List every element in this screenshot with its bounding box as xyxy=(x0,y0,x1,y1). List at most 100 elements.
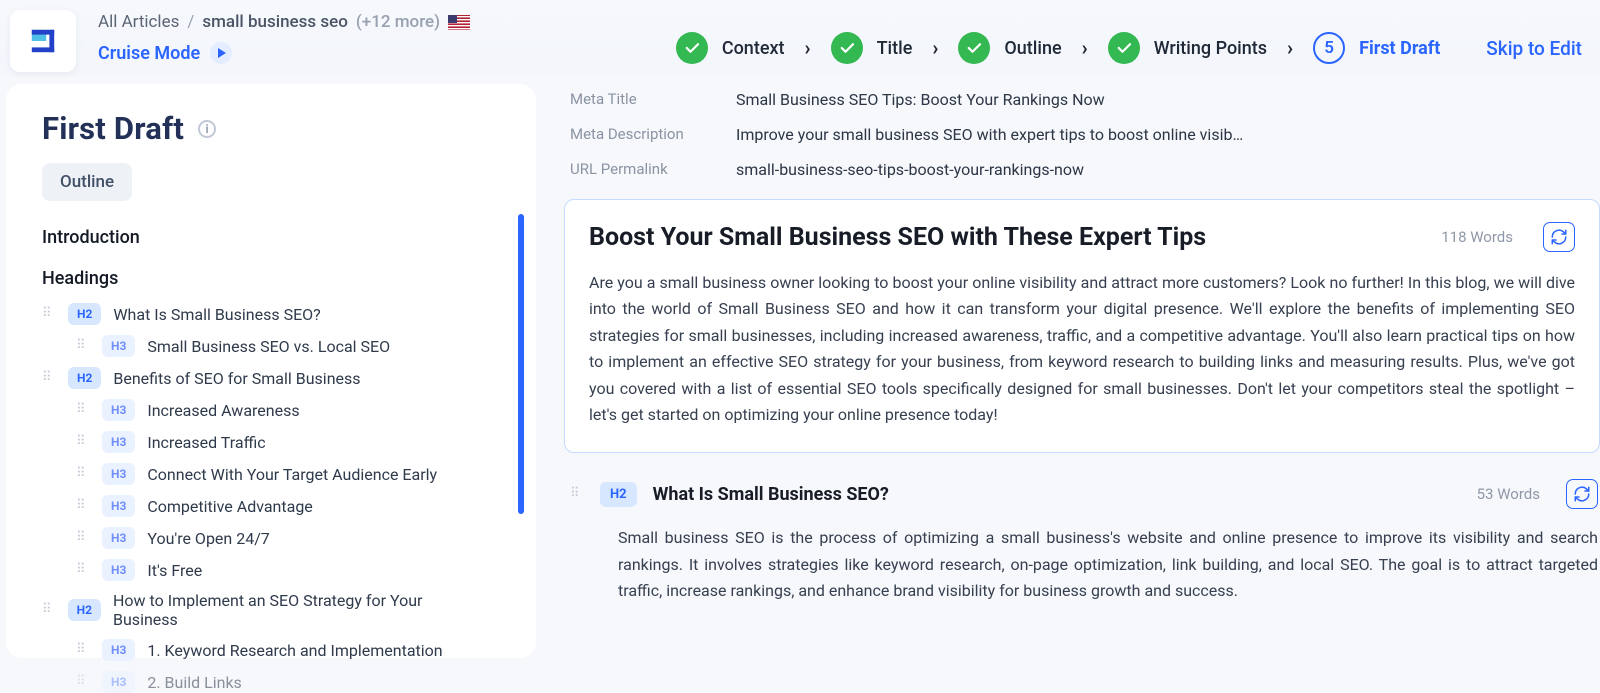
intro-card[interactable]: Boost Your Small Business SEO with These… xyxy=(564,199,1600,453)
refresh-icon xyxy=(1573,485,1591,503)
outline-item-label: Increased Traffic xyxy=(147,433,265,452)
meta-title-value[interactable]: Small Business SEO Tips: Boost Your Rank… xyxy=(736,90,1105,109)
refresh-icon xyxy=(1550,228,1568,246)
h3-tag: H3 xyxy=(102,671,135,693)
word-count: 53 Words xyxy=(1477,485,1540,503)
chevron-right-icon: › xyxy=(1082,36,1088,60)
play-icon xyxy=(210,42,232,64)
meta-title-row: Meta Title Small Business SEO Tips: Boos… xyxy=(564,86,1600,121)
url-permalink-value[interactable]: small-business-seo-tips-boost-your-ranki… xyxy=(736,160,1084,179)
outline-item-label: 1. Keyword Research and Implementation xyxy=(147,641,442,660)
drag-handle-icon[interactable]: ⠿ xyxy=(76,647,90,653)
drag-handle-icon[interactable]: ⠿ xyxy=(570,491,584,497)
outline-item[interactable]: ⠿ H3 Small Business SEO vs. Local SEO xyxy=(42,335,482,357)
breadcrumb: All Articles / small business seo (+12 m… xyxy=(98,12,470,32)
top-left: All Articles / small business seo (+12 m… xyxy=(98,10,470,64)
flag-icon[interactable] xyxy=(448,15,470,30)
intro-label[interactable]: Introduction xyxy=(42,227,520,248)
step-writing-points[interactable]: Writing Points xyxy=(1108,32,1267,64)
h3-tag: H3 xyxy=(102,463,135,485)
info-icon[interactable]: i xyxy=(198,120,216,138)
outline-item[interactable]: ⠿ H3 You're Open 24/7 xyxy=(42,527,482,549)
regenerate-button[interactable] xyxy=(1543,222,1575,252)
skip-to-edit-link[interactable]: Skip to Edit xyxy=(1486,37,1582,60)
outline-item[interactable]: ⠿ H2 How to Implement an SEO Strategy fo… xyxy=(42,591,482,629)
h2-tag: H2 xyxy=(600,482,637,507)
logo[interactable] xyxy=(10,10,76,72)
step-label: Writing Points xyxy=(1154,38,1267,59)
outline-item[interactable]: ⠿ H3 Connect With Your Target Audience E… xyxy=(42,463,482,485)
card-title: Boost Your Small Business SEO with These… xyxy=(589,223,1421,252)
check-icon xyxy=(958,32,990,64)
outline-item[interactable]: ⠿ H3 Competitive Advantage xyxy=(42,495,482,517)
step-outline[interactable]: Outline xyxy=(958,32,1061,64)
breadcrumb-keyword[interactable]: small business seo xyxy=(202,12,348,32)
content: First Draft i Outline Introduction Headi… xyxy=(0,76,1600,658)
breadcrumb-more[interactable]: (+12 more) xyxy=(356,12,440,32)
outline-item[interactable]: ⠿ H3 Increased Traffic xyxy=(42,431,482,453)
breadcrumb-sep: / xyxy=(187,12,194,32)
check-icon xyxy=(1108,32,1140,64)
drag-handle-icon[interactable]: ⠿ xyxy=(76,439,90,445)
drag-handle-icon[interactable]: ⠿ xyxy=(76,471,90,477)
regenerate-button[interactable] xyxy=(1566,479,1598,509)
logo-icon xyxy=(27,25,59,57)
outline-list: ⠿ H2 What Is Small Business SEO? ⠿ H3 Sm… xyxy=(42,303,482,693)
page-title: First Draft xyxy=(42,110,184,147)
drag-handle-icon[interactable]: ⠿ xyxy=(42,311,56,317)
scrollbar-thumb[interactable] xyxy=(518,214,524,514)
cruise-mode-label: Cruise Mode xyxy=(98,43,200,64)
outline-tab[interactable]: Outline xyxy=(42,163,132,201)
outline-item-label: What Is Small Business SEO? xyxy=(113,305,320,324)
meta-description-value[interactable]: Improve your small business SEO with exp… xyxy=(736,125,1243,144)
drag-handle-icon[interactable]: ⠿ xyxy=(76,407,90,413)
h3-tag: H3 xyxy=(102,335,135,357)
chevron-right-icon: › xyxy=(932,36,938,60)
outline-item-label: Benefits of SEO for Small Business xyxy=(113,369,360,388)
outline-item-label: You're Open 24/7 xyxy=(147,529,269,548)
cruise-mode-button[interactable]: Cruise Mode xyxy=(98,42,470,64)
section-body[interactable]: Small business SEO is the process of opt… xyxy=(618,525,1598,605)
section-title[interactable]: What Is Small Business SEO? xyxy=(653,484,1461,505)
sidebar-scrollbar[interactable] xyxy=(518,214,524,514)
h3-tag: H3 xyxy=(102,527,135,549)
sidebar: First Draft i Outline Introduction Headi… xyxy=(6,84,536,658)
breadcrumb-root[interactable]: All Articles xyxy=(98,12,179,32)
step-nav: Context › Title › Outline › Writing Poin… xyxy=(676,10,1582,76)
outline-item[interactable]: ⠿ H2 What Is Small Business SEO? xyxy=(42,303,482,325)
top-bar: All Articles / small business seo (+12 m… xyxy=(0,0,1600,76)
chevron-right-icon: › xyxy=(1287,36,1293,60)
drag-handle-icon[interactable]: ⠿ xyxy=(76,679,90,685)
main-panel: Meta Title Small Business SEO Tips: Boos… xyxy=(550,76,1600,658)
drag-handle-icon[interactable]: ⠿ xyxy=(76,343,90,349)
drag-handle-icon[interactable]: ⠿ xyxy=(42,375,56,381)
chevron-right-icon: › xyxy=(805,36,811,60)
outline-item[interactable]: ⠿ H2 Benefits of SEO for Small Business xyxy=(42,367,482,389)
step-first-draft[interactable]: 5 First Draft xyxy=(1313,32,1440,64)
check-icon xyxy=(831,32,863,64)
step-context[interactable]: Context xyxy=(676,32,785,64)
card-body[interactable]: Are you a small business owner looking t… xyxy=(589,270,1575,428)
step-label: Context xyxy=(722,38,785,59)
drag-handle-icon[interactable]: ⠿ xyxy=(76,535,90,541)
outline-item-label: Competitive Advantage xyxy=(147,497,312,516)
outline-item-label: 2. Build Links xyxy=(147,673,241,692)
h3-tag: H3 xyxy=(102,495,135,517)
meta-description-row: Meta Description Improve your small busi… xyxy=(564,121,1600,156)
h2-tag: H2 xyxy=(68,367,101,389)
section-block: ⠿ H2 What Is Small Business SEO? 53 Word… xyxy=(564,479,1600,605)
h2-tag: H2 xyxy=(68,303,101,325)
url-permalink-label: URL Permalink xyxy=(570,160,698,178)
drag-handle-icon[interactable]: ⠿ xyxy=(42,607,56,613)
outline-item-label: Increased Awareness xyxy=(147,401,299,420)
meta-title-label: Meta Title xyxy=(570,90,698,108)
outline-item[interactable]: ⠿ H3 Increased Awareness xyxy=(42,399,482,421)
word-count: 118 Words xyxy=(1441,228,1513,246)
step-title[interactable]: Title xyxy=(831,32,913,64)
outline-item[interactable]: ⠿ H3 2. Build Links xyxy=(42,671,482,693)
h3-tag: H3 xyxy=(102,399,135,421)
drag-handle-icon[interactable]: ⠿ xyxy=(76,503,90,509)
drag-handle-icon[interactable]: ⠿ xyxy=(76,567,90,573)
outline-item[interactable]: ⠿ H3 It's Free xyxy=(42,559,482,581)
step-label: Title xyxy=(877,38,913,59)
